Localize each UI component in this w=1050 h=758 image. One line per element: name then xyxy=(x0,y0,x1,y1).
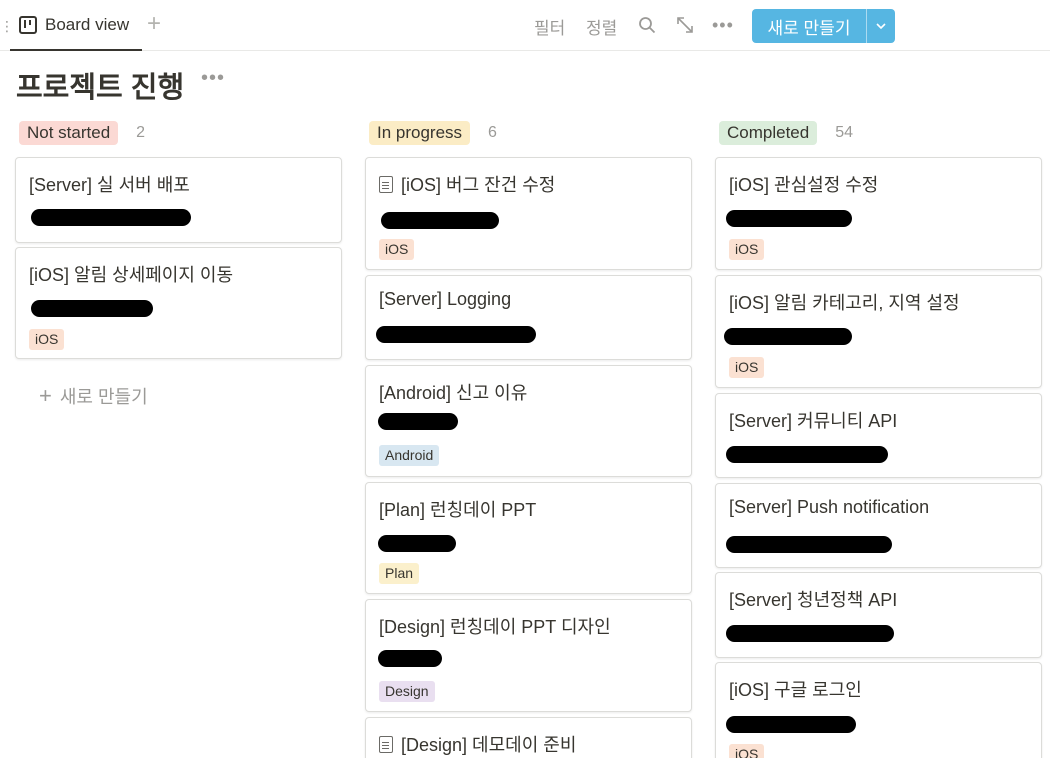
card[interactable]: [Server] 청년정책 API xyxy=(715,572,1042,658)
column-header: Not started 2 xyxy=(19,120,342,146)
redacted-assignee xyxy=(376,326,536,343)
card-title: [iOS] 버그 잔건 수정 xyxy=(401,175,556,195)
card[interactable]: [iOS] 관심설정 수정 iOS xyxy=(715,157,1042,270)
status-badge[interactable]: In progress xyxy=(369,121,471,145)
board-icon xyxy=(19,15,37,34)
add-card-button[interactable]: + 새로 만들기 xyxy=(39,383,148,409)
tag-ios: iOS xyxy=(729,744,765,758)
new-item-button[interactable]: 새로 만들기 xyxy=(752,9,895,43)
card[interactable]: [Design] 데모데이 준비 xyxy=(365,717,692,758)
card-title: [Design] 런칭데이 PPT 디자인 xyxy=(379,617,611,637)
card-title-row: [iOS] 버그 잔건 수정 xyxy=(379,171,555,197)
tab-board-view[interactable]: Board view xyxy=(10,0,142,51)
filter-button[interactable]: 필터 xyxy=(534,14,565,39)
card-title: [Server] Push notification xyxy=(729,497,930,517)
card[interactable]: [Server] 커뮤니티 API xyxy=(715,393,1042,478)
redacted-assignee xyxy=(31,300,153,317)
card-title: [Server] 실 서버 배포 xyxy=(29,175,190,195)
redacted-assignee xyxy=(381,212,499,229)
redacted-assignee xyxy=(378,650,442,667)
add-view-button[interactable]: + xyxy=(147,11,161,37)
tab-label: Board view xyxy=(45,14,130,34)
card[interactable]: [iOS] 알림 카테고리, 지역 설정 iOS xyxy=(715,275,1042,388)
redacted-assignee xyxy=(726,446,888,463)
page-title: 프로젝트 진행 xyxy=(16,72,185,104)
sort-button[interactable]: 정렬 xyxy=(586,14,617,39)
view-toolbar: ⋮ Board view + 필터 정렬 ••• 새로 만들기 xyxy=(0,0,1050,51)
column-completed: Completed 54 [iOS] 관심설정 수정 iOS [iOS] 알림 … xyxy=(715,120,1042,758)
card-title: [iOS] 관심설정 수정 xyxy=(729,175,879,195)
redacted-assignee xyxy=(726,536,892,553)
card[interactable]: [iOS] 버그 잔건 수정 iOS xyxy=(365,157,692,270)
status-badge[interactable]: Completed xyxy=(719,121,818,145)
column-in-progress: In progress 6 [iOS] 버그 잔건 수정 iOS [Server… xyxy=(365,120,692,758)
card-title: [Server] 커뮤니티 API xyxy=(729,411,898,431)
tag-design: Design xyxy=(379,681,435,702)
column-header: In progress 6 xyxy=(369,120,692,146)
page-icon xyxy=(379,175,393,193)
tag-ios: iOS xyxy=(729,239,765,260)
expand-icon[interactable] xyxy=(676,16,694,34)
card[interactable]: [Server] Logging xyxy=(365,275,692,360)
redacted-assignee xyxy=(724,328,852,345)
redacted-assignee xyxy=(378,535,456,552)
column-not-started: Not started 2 [Server] 실 서버 배포 [iOS] 알림 … xyxy=(15,120,342,407)
page-icon xyxy=(379,735,393,753)
card-title: [iOS] 알림 카테고리, 지역 설정 xyxy=(729,293,960,313)
redacted-assignee xyxy=(726,716,856,733)
tag-android: Android xyxy=(379,445,440,466)
card-title: [Server] 청년정책 API xyxy=(729,590,898,610)
column-count: 54 xyxy=(835,124,854,141)
column-count: 2 xyxy=(136,124,146,141)
redacted-assignee xyxy=(378,413,458,430)
card[interactable]: [Plan] 런칭데이 PPT Plan xyxy=(365,482,692,594)
title-more-icon[interactable]: ••• xyxy=(201,67,225,90)
card-title: [Plan] 런칭데이 PPT xyxy=(379,500,537,520)
card-title: [iOS] 구글 로그인 xyxy=(729,680,862,700)
chevron-down-icon[interactable] xyxy=(867,9,895,43)
tag-ios: iOS xyxy=(379,239,415,260)
search-icon[interactable] xyxy=(638,16,656,34)
plus-icon: + xyxy=(39,383,52,408)
tag-plan: Plan xyxy=(379,563,420,584)
card[interactable]: [Android] 신고 이유 Android xyxy=(365,365,692,477)
card-title-row: [Design] 데모데이 준비 xyxy=(379,731,576,757)
card[interactable]: [Server] Push notification xyxy=(715,483,1042,568)
column-count: 6 xyxy=(488,124,497,141)
card-title: [Server] Logging xyxy=(379,289,512,309)
tag-ios: iOS xyxy=(729,357,765,378)
card-title: [iOS] 알림 상세페이지 이동 xyxy=(29,265,234,285)
tag-ios: iOS xyxy=(29,329,65,350)
card-title: [Design] 데모데이 준비 xyxy=(401,735,577,755)
add-card-label: 새로 만들기 xyxy=(59,387,148,407)
redacted-assignee xyxy=(31,209,191,226)
redacted-assignee xyxy=(726,210,852,227)
status-badge[interactable]: Not started xyxy=(19,121,119,145)
card[interactable]: [Design] 런칭데이 PPT 디자인 Design xyxy=(365,599,692,712)
column-header: Completed 54 xyxy=(719,120,1042,146)
redacted-assignee xyxy=(726,625,894,642)
new-item-label[interactable]: 새로 만들기 xyxy=(752,9,866,43)
card[interactable]: [iOS] 구글 로그인 iOS xyxy=(715,662,1042,758)
more-options-icon[interactable]: ••• xyxy=(712,15,734,36)
card[interactable]: [iOS] 알림 상세페이지 이동 iOS xyxy=(15,247,342,359)
card-title: [Android] 신고 이유 xyxy=(379,383,528,403)
card[interactable]: [Server] 실 서버 배포 xyxy=(15,157,342,243)
